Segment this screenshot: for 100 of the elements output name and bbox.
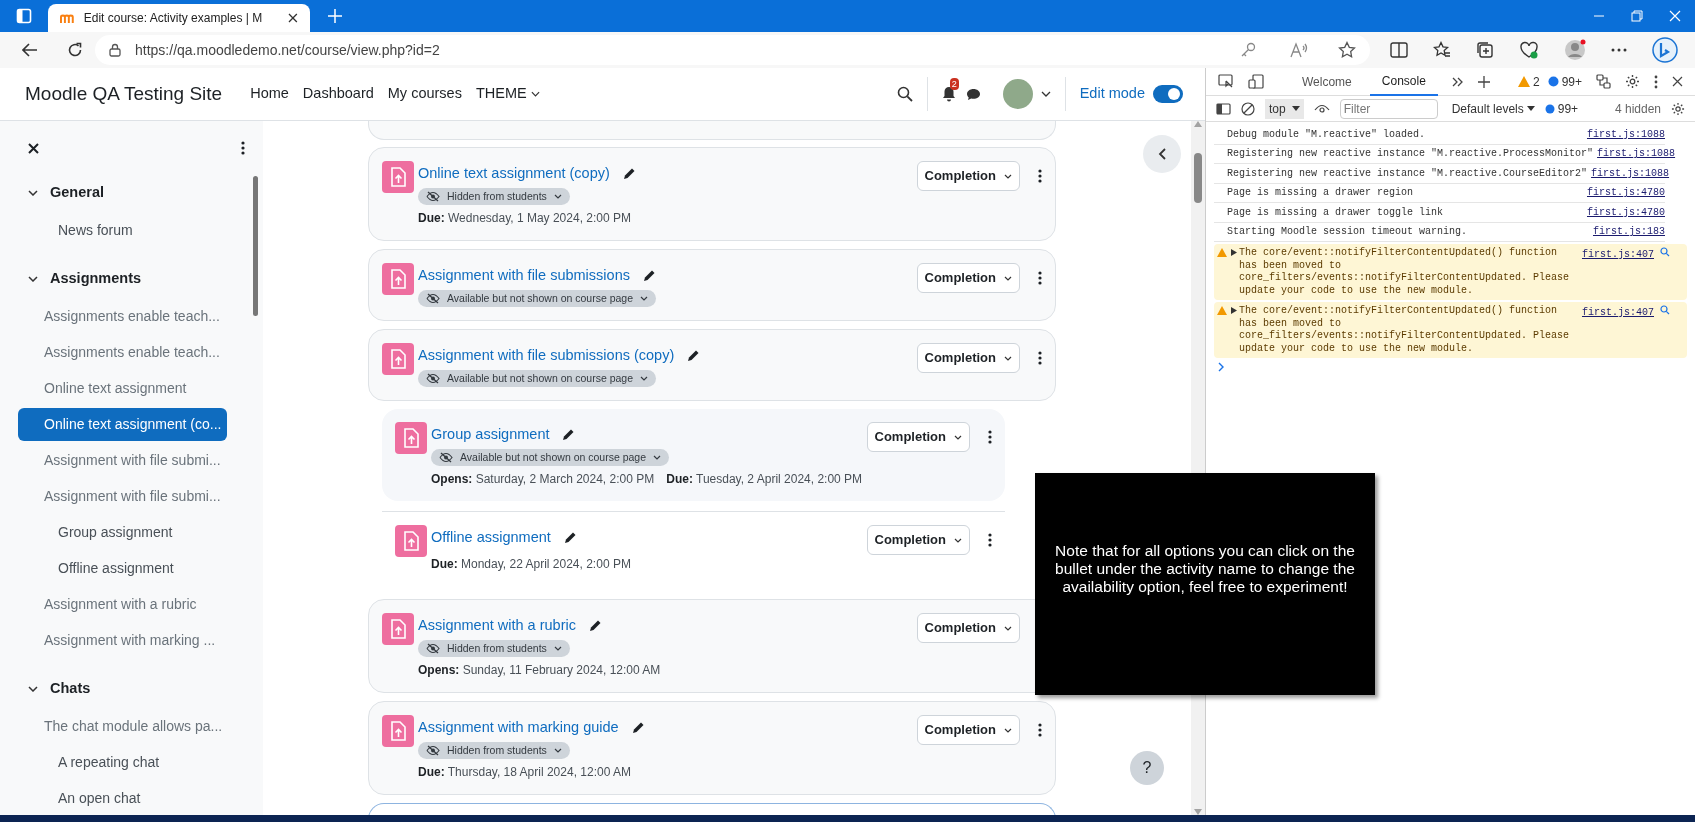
course-index-item[interactable]: Assignment with file submi... [18, 480, 227, 513]
pencil-icon[interactable] [641, 269, 656, 283]
prompt-chevron-icon[interactable] [1218, 362, 1225, 372]
completion-dropdown[interactable]: Completion [916, 263, 1020, 293]
course-index-item[interactable]: Online text assignment [18, 372, 227, 405]
course-index-item[interactable]: Offline assignment [18, 552, 227, 585]
kebab-menu-icon[interactable] [988, 430, 992, 444]
pencil-icon[interactable] [561, 428, 576, 442]
split-screen-icon[interactable] [1390, 42, 1408, 58]
devtools-tab[interactable]: Console [1369, 67, 1438, 96]
source-link[interactable]: first.js:4780 [1587, 204, 1665, 220]
nav-link[interactable]: Home [250, 83, 289, 105]
expand-triangle-icon[interactable] [1231, 249, 1237, 256]
health-heart-icon[interactable] [1519, 41, 1539, 59]
nav-link[interactable]: Dashboard [302, 83, 374, 105]
tab-actions-icon[interactable] [16, 8, 32, 24]
completion-dropdown[interactable]: Completion [866, 525, 970, 555]
read-aloud-icon[interactable] [1290, 42, 1308, 58]
collections-icon[interactable] [1476, 41, 1494, 59]
back-arrow-icon[interactable] [22, 43, 38, 57]
settings-icon[interactable] [1671, 101, 1685, 116]
course-index-item[interactable]: Assignments enable teach... [18, 300, 227, 333]
close-icon[interactable] [288, 13, 298, 23]
visibility-badge[interactable]: Hidden from students [418, 640, 570, 657]
star-icon[interactable] [1338, 41, 1356, 59]
kebab-menu-icon[interactable] [1654, 74, 1658, 89]
device-emulation-icon[interactable] [1248, 74, 1264, 89]
pencil-icon[interactable] [630, 721, 645, 735]
settings-icon[interactable] [1625, 74, 1640, 89]
expand-triangle-icon[interactable] [1231, 307, 1237, 314]
course-index-item[interactable]: Assignment with a rubric [18, 588, 227, 621]
kebab-menu-icon[interactable] [1038, 351, 1042, 365]
course-index-item[interactable]: The chat module allows pa... [18, 710, 227, 743]
search-icon[interactable] [896, 86, 913, 102]
kebab-menu-icon[interactable] [241, 141, 245, 155]
sidebar-toggle-icon[interactable] [1216, 102, 1231, 115]
drawer-toggle-button[interactable] [1143, 135, 1181, 173]
source-link[interactable]: first.js:183 [1593, 224, 1665, 240]
course-index-item[interactable]: Online text assignment (co... [18, 408, 227, 441]
clear-console-icon[interactable] [1241, 101, 1255, 116]
message-count[interactable]: 99+ [1557, 99, 1579, 118]
source-link[interactable]: first.js:1088 [1591, 165, 1670, 181]
site-name[interactable]: Moodle QA Testing Site [25, 79, 223, 109]
close-icon[interactable] [28, 142, 39, 154]
key-icon[interactable] [1240, 42, 1256, 58]
pencil-icon[interactable] [562, 531, 577, 545]
course-index-item[interactable]: News forum [18, 214, 227, 247]
source-link[interactable]: first.js:1088 [1587, 126, 1665, 142]
chevron-down-icon[interactable] [28, 190, 38, 196]
refresh-icon[interactable] [67, 42, 83, 58]
chat-bubble-icon[interactable] [965, 87, 981, 101]
log-levels-dropdown[interactable]: Default levels [1451, 99, 1535, 118]
completion-dropdown[interactable]: Completion [916, 715, 1020, 745]
kebab-menu-icon[interactable] [1038, 723, 1042, 737]
section-heading[interactable]: Assignments [18, 261, 227, 297]
course-index-item[interactable]: Assignments enable teach... [18, 336, 227, 369]
connection-icon[interactable] [1596, 74, 1611, 89]
info-count[interactable]: 99+ [1561, 72, 1582, 91]
activity-link[interactable]: Assignment with a rubric [418, 615, 576, 637]
nav-link[interactable]: THEME [475, 83, 540, 105]
close-icon[interactable] [1672, 76, 1683, 87]
new-tab-icon[interactable] [328, 9, 342, 23]
source-link[interactable]: first.js:4780 [1587, 185, 1665, 201]
browser-tab[interactable]: Edit course: Activity examples | M [48, 4, 310, 32]
devtools-tab[interactable]: Welcome [1290, 67, 1364, 96]
activity-link[interactable]: Assignment with file submissions [418, 265, 630, 287]
bell-icon[interactable] [941, 86, 956, 102]
inspect-icon[interactable] [1218, 74, 1234, 89]
add-tab-icon[interactable] [1477, 75, 1490, 88]
kebab-menu-icon[interactable] [1038, 271, 1042, 285]
section-heading[interactable]: General [18, 175, 227, 211]
copilot-logo-icon[interactable] [1652, 37, 1678, 63]
course-index-item[interactable]: Group assignment [18, 516, 227, 549]
activity-link[interactable]: Online text assignment (copy) [418, 163, 610, 185]
chevron-down-icon[interactable] [28, 686, 38, 692]
completion-dropdown[interactable]: Completion [866, 422, 970, 452]
context-dropdown[interactable]: top [1265, 98, 1304, 119]
caret-icon[interactable] [1040, 91, 1051, 97]
source-link[interactable]: first.js:407 [1582, 305, 1654, 320]
completion-dropdown[interactable]: Completion [916, 613, 1020, 643]
user-avatar[interactable] [1002, 79, 1033, 109]
completion-dropdown[interactable]: Completion [916, 161, 1020, 191]
profile-avatar-icon[interactable] [1564, 39, 1586, 61]
filter-input[interactable]: Filter [1339, 98, 1438, 119]
kebab-menu-icon[interactable] [988, 533, 992, 547]
nav-link[interactable]: My courses [387, 83, 462, 105]
course-index-item[interactable]: An open chat [18, 782, 227, 815]
course-index-item[interactable]: Assignment with file submi... [18, 444, 227, 477]
chevron-down-icon[interactable] [28, 276, 38, 282]
scrollbar-thumb[interactable] [253, 176, 258, 316]
course-index-item[interactable]: Assignment with marking ... [18, 624, 227, 657]
kebab-menu-icon[interactable] [1038, 169, 1042, 183]
activity-link[interactable]: Group assignment [431, 424, 550, 446]
activity-link[interactable]: Assignment with marking guide [418, 717, 619, 739]
activity-link[interactable]: Offline assignment [431, 527, 551, 549]
scrollbar-thumb[interactable] [1194, 153, 1202, 203]
restore-icon[interactable] [1631, 10, 1643, 22]
course-index-item[interactable]: A repeating chat [18, 746, 227, 779]
source-link[interactable]: first.js:1088 [1597, 146, 1676, 162]
source-link[interactable]: first.js:407 [1582, 247, 1654, 262]
